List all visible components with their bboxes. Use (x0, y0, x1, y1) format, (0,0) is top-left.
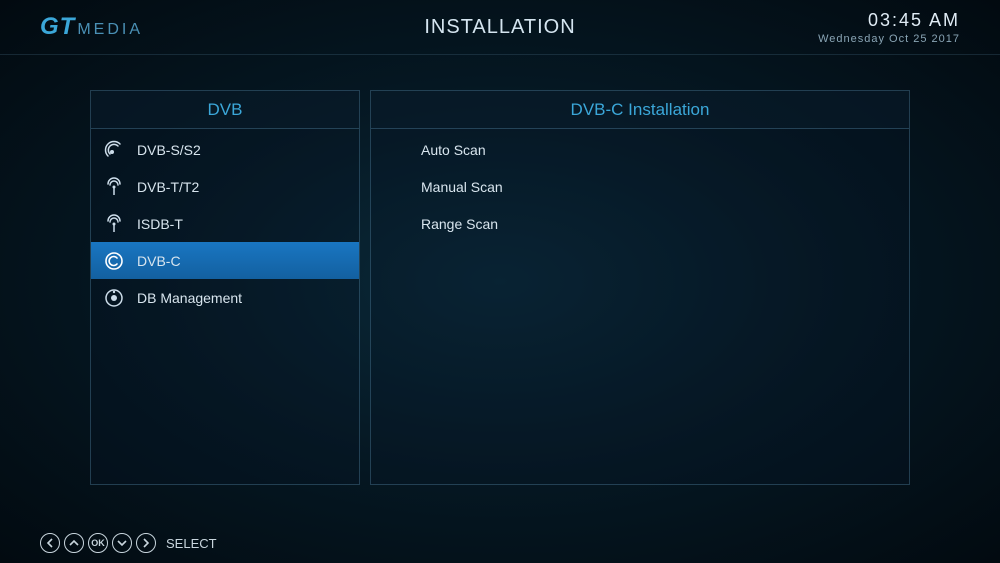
left-panel-title: DVB (91, 91, 359, 129)
brand-prefix: GT (40, 13, 75, 41)
ok-icon: OK (88, 533, 108, 553)
arrow-down-icon (112, 533, 132, 553)
right-panel-body: Auto Scan Manual Scan Range Scan (371, 129, 909, 484)
menu-label: DVB-C (137, 253, 181, 269)
brand-suffix: MEDIA (77, 21, 143, 39)
menu-item-dvbs[interactable]: DVB-S/S2 (91, 131, 359, 168)
header: GT MEDIA INSTALLATION 03:45 AM Wednesday… (0, 0, 1000, 55)
cable-icon (103, 250, 125, 272)
antenna-icon (103, 213, 125, 235)
right-panel: DVB-C Installation Auto Scan Manual Scan… (370, 90, 910, 485)
sub-label: Range Scan (421, 216, 498, 232)
content: DVB DVB-S/S2 (0, 55, 1000, 505)
sub-label: Auto Scan (421, 142, 486, 158)
menu-label: DVB-S/S2 (137, 142, 201, 158)
footer-hints: OK SELECT (40, 533, 217, 553)
brand-logo: GT MEDIA (40, 13, 143, 41)
menu-item-db[interactable]: DB Management (91, 279, 359, 316)
menu-item-dvbc[interactable]: DVB-C (91, 242, 359, 279)
left-panel-body: DVB-S/S2 DVB-T/T2 (91, 129, 359, 484)
clock: 03:45 AM Wednesday Oct 25 2017 (818, 10, 960, 45)
menu-label: DVB-T/T2 (137, 179, 199, 195)
sub-item-rangescan[interactable]: Range Scan (371, 205, 909, 242)
arrow-right-icon (136, 533, 156, 553)
footer-label: SELECT (166, 536, 217, 551)
clock-date: Wednesday Oct 25 2017 (818, 33, 960, 45)
arrow-left-icon (40, 533, 60, 553)
db-icon (103, 287, 125, 309)
menu-label: DB Management (137, 290, 242, 306)
page-title: INSTALLATION (424, 16, 575, 39)
sub-label: Manual Scan (421, 179, 503, 195)
clock-time: 03:45 AM (818, 10, 960, 31)
antenna-icon (103, 176, 125, 198)
arrow-up-icon (64, 533, 84, 553)
sub-item-autoscan[interactable]: Auto Scan (371, 131, 909, 168)
menu-item-dvbt[interactable]: DVB-T/T2 (91, 168, 359, 205)
menu-item-isdbt[interactable]: ISDB-T (91, 205, 359, 242)
sub-item-manualscan[interactable]: Manual Scan (371, 168, 909, 205)
left-panel: DVB DVB-S/S2 (90, 90, 360, 485)
menu-label: ISDB-T (137, 216, 183, 232)
right-panel-title: DVB-C Installation (371, 91, 909, 129)
satellite-icon (103, 139, 125, 161)
